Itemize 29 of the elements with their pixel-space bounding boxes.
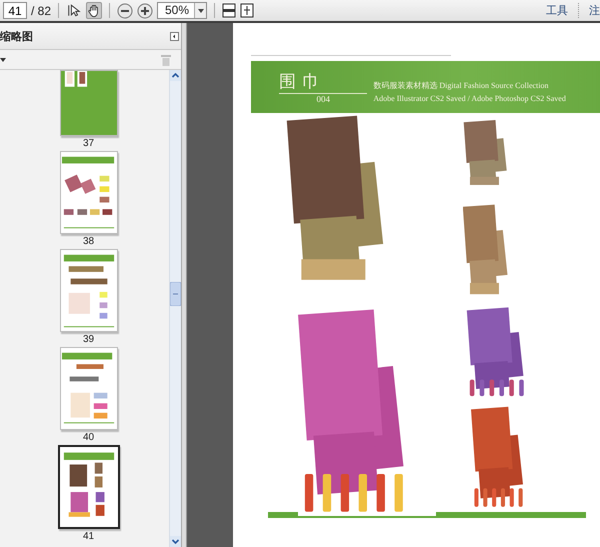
collapse-icon[interactable] xyxy=(170,32,180,40)
page-label: 39 xyxy=(82,334,94,345)
cursor-icon xyxy=(67,3,82,18)
banner-note: Adobe Illustrator CS2 Saved / Adobe Photoshop CS2 Saved xyxy=(373,94,567,104)
page-number-field[interactable]: 41 xyxy=(3,2,27,19)
scrollbar-thumb[interactable] xyxy=(170,282,182,306)
caret-icon[interactable] xyxy=(0,58,6,62)
page-layout-icon[interactable] xyxy=(222,3,236,18)
panel-title: 缩略图 xyxy=(0,28,33,44)
page-label: 38 xyxy=(82,236,94,247)
page-label: 41 xyxy=(82,531,94,542)
chapter-number: 004 xyxy=(315,94,331,104)
page-thumbnail[interactable] xyxy=(60,70,118,136)
fit-page-icon[interactable] xyxy=(240,3,254,18)
zoom-out-icon[interactable] xyxy=(117,2,134,18)
hand-tool-button[interactable] xyxy=(86,2,102,19)
menu-item[interactable]: 工具 xyxy=(540,3,574,18)
page-label: 37 xyxy=(82,138,94,149)
menu-item[interactable]: 注 xyxy=(583,3,600,18)
page-count: / 82 xyxy=(31,4,52,18)
scroll-up-icon[interactable] xyxy=(170,70,182,81)
caret-icon xyxy=(198,8,204,12)
banner-subtitle: 数码服装素材精选 Digital Fashion Source Collection xyxy=(373,80,550,92)
chapter-title: 围 巾 xyxy=(279,70,368,94)
page-label: 40 xyxy=(82,432,94,443)
zoom-dropdown[interactable]: 50% xyxy=(157,2,208,19)
select-tool-button[interactable] xyxy=(66,2,82,19)
zoom-in-icon[interactable] xyxy=(137,2,154,18)
scroll-down-icon[interactable] xyxy=(170,536,182,547)
